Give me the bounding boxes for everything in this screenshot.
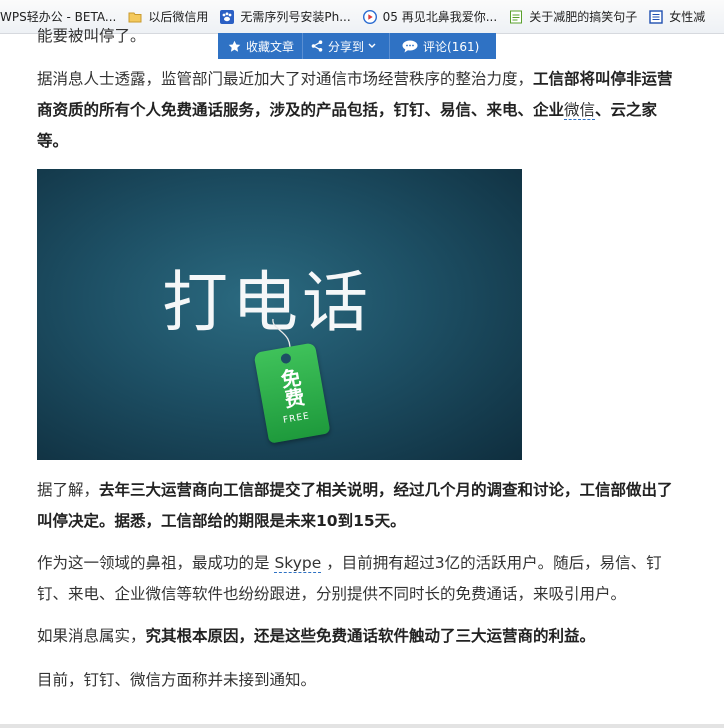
image-title: 打电话	[162, 264, 372, 341]
paragraph-text: 作为这一领域的鼻祖，最成功的是	[37, 554, 270, 572]
tag-hole	[280, 352, 292, 365]
article-image: 打电话 免费 FREE	[37, 169, 522, 460]
paragraph-text: 如果消息属实，	[37, 627, 146, 645]
article-paragraph-4: 如果消息属实，究其根本原因，还是这些免费通话软件触动了三大运营商的利益。	[37, 621, 687, 652]
paragraph-bold-text: 究其根本原因，还是这些免费通话软件触动了三大运营商的利益。	[145, 627, 596, 645]
paragraph-text: 据消息人士透露，监管部门最近加大了对通信市场经营秩序的整治力度，	[37, 70, 534, 88]
free-price-tag: 免费 FREE	[253, 342, 331, 444]
article-paragraph-1: 据消息人士透露，监管部门最近加大了对通信市场经营秩序的整治力度，工信部将叫停非运…	[37, 64, 687, 157]
paragraph-text: 据了解，	[37, 481, 100, 499]
tag-chinese-text: 免费	[275, 366, 307, 410]
keyword-link-weixin[interactable]: 微信	[564, 101, 596, 120]
keyword-link-skype[interactable]: Skype	[274, 554, 322, 573]
article-paragraph-0: 能要被叫停了。	[37, 21, 687, 52]
tag-english-text: FREE	[282, 411, 311, 426]
paragraph-text: 目前，钉钉、微信方面称并未接到通知。	[37, 671, 317, 689]
page-bottom-border	[0, 724, 724, 728]
paragraph-bold-text: 去年三大运营商向工信部提交了相关说明，经过几个月的调查和讨论，工信部做出了叫停决…	[37, 481, 673, 530]
article-paragraph-3: 作为这一领域的鼻祖，最成功的是 Skype ，目前拥有超过3亿的活跃用户。随后，…	[37, 548, 687, 610]
article-paragraph-2: 据了解，去年三大运营商向工信部提交了相关说明，经过几个月的调查和讨论，工信部做出…	[37, 475, 687, 537]
article-paragraph-5: 目前，钉钉、微信方面称并未接到通知。	[37, 665, 687, 696]
paragraph-text: 能要被叫停了。	[37, 27, 146, 45]
